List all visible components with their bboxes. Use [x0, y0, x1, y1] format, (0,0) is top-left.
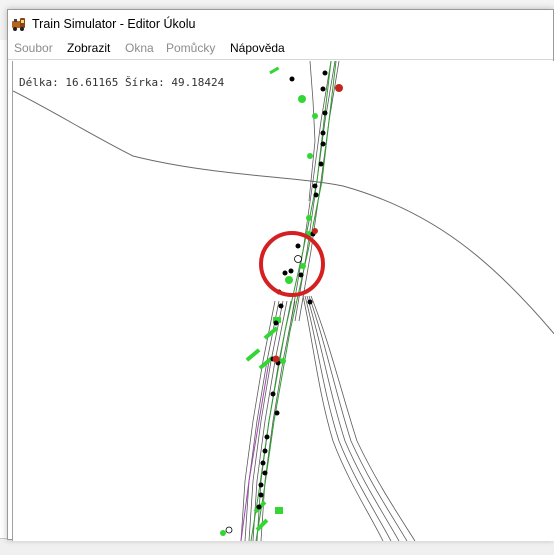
- black-markers: [256, 70, 328, 510]
- highlight-circle: [259, 231, 325, 297]
- title-bar[interactable]: Train Simulator - Editor Úkolu: [8, 10, 553, 38]
- train-simulator-app-icon: [12, 18, 25, 31]
- editor-window: Train Simulator - Editor Úkolu Soubor Zo…: [7, 9, 554, 541]
- menu-okna[interactable]: Okna: [125, 41, 154, 55]
- menu-zobrazit[interactable]: Zobrazit: [67, 41, 110, 55]
- coordinates-readout: Délka: 16.61165 Šírka: 49.18424: [19, 76, 225, 89]
- menu-napoveda[interactable]: Nápověda: [230, 41, 285, 55]
- menu-soubor[interactable]: Soubor: [14, 41, 53, 55]
- railway-map[interactable]: [13, 61, 554, 541]
- menu-bar: Soubor Zobrazit Okna Pomůcky Nápověda: [8, 38, 553, 60]
- track-bundle-lower-right: [302, 295, 416, 541]
- green-markers: [220, 66, 318, 536]
- road-line: [13, 90, 554, 335]
- map-canvas[interactable]: Délka: 16.61165 Šírka: 49.18424: [12, 61, 554, 541]
- menu-pomucky[interactable]: Pomůcky: [166, 41, 215, 55]
- window-title: Train Simulator - Editor Úkolu: [32, 17, 196, 31]
